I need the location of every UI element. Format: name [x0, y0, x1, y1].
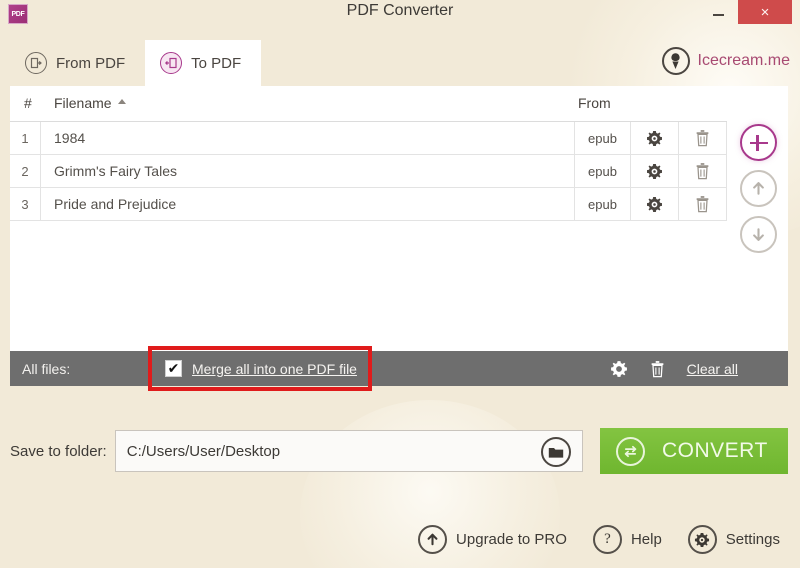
minimize-button[interactable]: [698, 0, 738, 24]
tab-to-pdf-label: To PDF: [191, 54, 242, 72]
arrow-down-icon: [753, 228, 764, 241]
save-to-folder-row: Save to folder: C:/Users/User/Desktop CO…: [10, 428, 788, 474]
table-row[interactable]: 1 1984 epub: [10, 122, 727, 155]
pdf-converter-window: PDF PDF Converter × From PDF To PDF Icec…: [0, 0, 800, 568]
gear-icon: [687, 525, 717, 554]
tab-to-pdf[interactable]: To PDF: [145, 40, 262, 86]
gear-icon: [647, 196, 662, 212]
tab-bar: From PDF To PDF: [10, 40, 262, 86]
column-header-number[interactable]: #: [24, 95, 32, 111]
all-files-trash-button[interactable]: [650, 360, 665, 378]
all-files-bar: All files: ✔ Merge all into one PDF file: [10, 351, 788, 386]
add-file-button[interactable]: [740, 124, 777, 161]
sort-ascending-icon: [117, 99, 126, 104]
checkmark-icon: ✔: [167, 360, 180, 377]
tab-from-pdf-label: From PDF: [56, 54, 126, 72]
column-header-filename[interactable]: Filename: [54, 95, 126, 111]
table-row[interactable]: 3 Pride and Prejudice epub: [10, 188, 727, 221]
tab-from-pdf[interactable]: From PDF: [10, 40, 145, 86]
browse-folder-button[interactable]: [540, 437, 571, 467]
row-delete-button[interactable]: [679, 155, 727, 187]
output-folder-value: C:/Users/User/Desktop: [126, 442, 281, 460]
table-header: # Filename From: [10, 86, 727, 122]
refresh-icon: [616, 436, 645, 466]
row-filename: Pride and Prejudice: [41, 188, 575, 220]
help-label: Help: [630, 531, 662, 548]
convert-button-label: CONVERT: [662, 439, 768, 462]
settings-button[interactable]: Settings: [687, 525, 780, 554]
merge-checkbox[interactable]: ✔: [165, 360, 182, 377]
save-to-folder-label: Save to folder:: [10, 442, 107, 460]
convert-button[interactable]: CONVERT: [600, 428, 788, 474]
upgrade-to-pro-label: Upgrade to PRO: [456, 531, 567, 548]
row-number: 1: [10, 122, 41, 154]
gear-icon: [610, 360, 627, 377]
help-button[interactable]: ? Help: [592, 525, 662, 554]
row-settings-button[interactable]: [631, 155, 679, 187]
window-title: PDF Converter: [346, 2, 454, 19]
question-mark-icon: ?: [592, 525, 622, 554]
list-action-buttons: [740, 124, 777, 253]
row-number: 3: [10, 188, 41, 220]
move-down-button[interactable]: [740, 216, 777, 253]
trash-icon: [696, 196, 709, 213]
plus-icon: [749, 133, 769, 153]
arrow-up-circle-icon: [418, 525, 448, 554]
arrow-up-icon: [753, 182, 764, 195]
from-pdf-icon: [25, 52, 47, 74]
file-rows: 1 1984 epub 2 Grimm's Fairy Tales epub 3…: [10, 122, 727, 221]
all-files-settings-button[interactable]: [610, 360, 628, 378]
to-pdf-icon: [160, 52, 183, 74]
clear-all-button[interactable]: Clear all: [687, 361, 738, 377]
column-header-from[interactable]: From: [578, 95, 611, 111]
file-list-panel: # Filename From 1 1984 epub 2 Grimm's Fa…: [10, 86, 788, 386]
row-filename: Grimm's Fairy Tales: [41, 155, 575, 187]
brand-label: Icecream.me: [697, 52, 790, 69]
move-up-button[interactable]: [740, 170, 777, 207]
row-delete-button[interactable]: [679, 188, 727, 220]
table-row[interactable]: 2 Grimm's Fairy Tales epub: [10, 155, 727, 188]
bottom-toolbar: Upgrade to PRO ? Help Settings: [0, 525, 800, 554]
folder-icon: [548, 447, 563, 458]
row-delete-button[interactable]: [679, 122, 727, 154]
trash-icon: [696, 163, 709, 180]
output-folder-field[interactable]: C:/Users/User/Desktop: [114, 430, 583, 472]
icecream-brand-link[interactable]: Icecream.me: [661, 47, 790, 75]
trash-icon: [651, 360, 663, 377]
all-files-label: All files:: [22, 360, 71, 377]
minimize-icon: [712, 13, 724, 16]
row-filename: 1984: [41, 122, 575, 154]
merge-all-into-one-pdf-file[interactable]: ✔ Merge all into one PDF file: [165, 360, 357, 377]
row-settings-button[interactable]: [631, 122, 679, 154]
row-settings-button[interactable]: [631, 188, 679, 220]
close-icon: ×: [760, 3, 770, 21]
row-from-format: epub: [575, 155, 631, 187]
row-number: 2: [10, 155, 41, 187]
icecream-cone-icon: [661, 47, 690, 75]
gear-icon: [647, 163, 662, 179]
row-from-format: epub: [575, 188, 631, 220]
all-files-actions: Clear all: [610, 360, 738, 378]
merge-checkbox-label: Merge all into one PDF file: [192, 360, 357, 377]
row-from-format: epub: [575, 122, 631, 154]
upgrade-to-pro-button[interactable]: Upgrade to PRO: [418, 525, 567, 554]
gear-icon: [647, 130, 662, 146]
close-button[interactable]: ×: [738, 0, 792, 24]
settings-label: Settings: [725, 531, 780, 548]
trash-icon: [696, 130, 709, 147]
title-bar: PDF PDF Converter ×: [0, 0, 800, 28]
column-header-filename-label: Filename: [54, 95, 112, 111]
